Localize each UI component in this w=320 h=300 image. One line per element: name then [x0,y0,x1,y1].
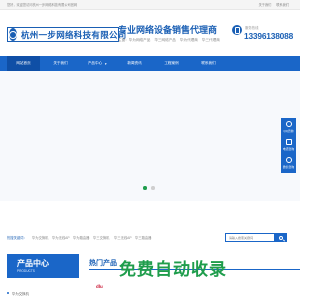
search-bar: 热搜关键词： 华为交换机 华为无线AP 华为路由器 华三交换机 华三无线AP 华… [0,233,300,243]
hot-keyword-link[interactable]: 华三无线AP [114,235,132,240]
header-business: 主营：华为网络产品 华三网络产品 华为代理商 华三代理商 [118,38,223,43]
business-item: 华为代理商 [179,38,198,42]
search-button[interactable] [275,233,287,242]
phone-icon [285,139,292,145]
nav-cases[interactable]: 工程案例 [155,56,188,71]
nav-label: 工程案例 [164,61,179,65]
nav-home[interactable]: 网站首页 [7,56,40,71]
svg-text:dlu: dlu [96,284,103,289]
hot-keyword-link[interactable]: 华为无线AP [52,235,70,240]
header-slogan: 专业网络设备销售代理商 [118,25,218,35]
welcome-text: 您好，欢迎您访问杭州一步网络科技有限公司官网 [7,3,78,7]
top-bar: 您好，欢迎您访问杭州一步网络科技有限公司官网 关于我们 联系我们 [0,0,300,10]
nav-label: 新闻资讯 [127,61,142,65]
category-item[interactable]: 华为交换机 [12,291,29,296]
phone-number[interactable]: 13396138088 [244,31,293,41]
hot-keyword-link[interactable]: 华为交换机 [32,235,48,240]
wechat-icon [285,157,292,163]
site-logo[interactable]: 杭州一步网络科技有限公司 [7,27,126,42]
hot-products-title: 热门产品 [89,260,117,267]
side-btn-phone[interactable]: 电话咨询 [281,136,296,154]
product-center-subtitle: PRODUCTS [17,269,35,273]
top-links: 关于我们 联系我们 [255,2,289,7]
company-name: 杭州一步网络科技有限公司 [21,30,127,41]
floating-contact-panel: QQ咨询 电话咨询 微信咨询 [281,118,296,173]
list-bullet-icon [7,292,9,294]
business-item: 主营：华为网络产品 [118,38,151,42]
banner-pagination [143,186,157,190]
hot-keywords-label: 热搜关键词： [7,236,27,240]
hot-products-header: 热门产品 免费自动收录 [89,256,300,279]
nav-contact[interactable]: 联系我们 [192,56,225,71]
product-center-title: 产品中心 [17,259,49,268]
product-brand-logo: dlu [96,284,103,289]
side-btn-label: 微信咨询 [282,164,295,169]
nav-label: 关于我们 [53,61,68,65]
top-link-about[interactable]: 关于我们 [259,3,272,7]
slide-dot[interactable] [151,186,155,190]
side-btn-label: QQ咨询 [283,128,294,133]
side-btn-wechat[interactable]: 微信咨询 [281,154,296,172]
phone-icon [232,25,242,35]
main-nav: 网站首页 关于我们 产品中心 ▼ 新闻资讯 工程案例 联系我们 [0,56,300,71]
phone-label: 服务热线 [245,26,259,30]
chevron-down-icon: ▼ [104,61,108,66]
nav-about[interactable]: 关于我们 [44,56,77,71]
hot-keyword-link[interactable]: 华三路由器 [135,235,151,240]
hot-keyword-link[interactable]: 华三交换机 [93,235,109,240]
nav-products[interactable]: 产品中心 ▼ [81,56,114,71]
top-link-contact[interactable]: 联系我们 [276,3,289,7]
slide-dot-active[interactable] [143,186,147,190]
product-center-header: 产品中心 PRODUCTS [7,254,79,278]
nav-news[interactable]: 新闻资讯 [118,56,151,71]
business-item: 华三网络产品 [154,38,176,42]
nav-label: 网站首页 [16,61,31,65]
search-input[interactable] [225,233,275,242]
nav-label: 联系我们 [201,61,216,65]
logo-mark-icon [9,28,17,41]
nav-label: 产品中心 [87,61,103,65]
business-item: 华三代理商 [201,38,220,42]
side-btn-qq[interactable]: QQ咨询 [281,118,296,136]
watermark-text: 免费自动收录 [119,260,227,279]
hot-keyword-link[interactable]: 华为路由器 [73,235,89,240]
qq-icon [285,121,292,127]
side-btn-label: 电话咨询 [282,146,295,151]
search-icon [279,235,283,240]
hero-banner[interactable] [0,71,300,201]
